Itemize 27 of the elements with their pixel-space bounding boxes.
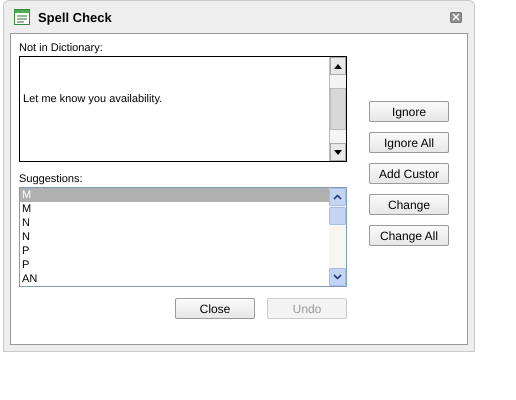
action-button[interactable]: Change All: [369, 225, 449, 246]
scrollbar[interactable]: [329, 57, 346, 161]
action-button[interactable]: Change: [369, 194, 449, 215]
suggestion-item[interactable]: N: [20, 230, 329, 244]
sentence-text: Let me know you availability.: [22, 93, 164, 105]
suggestion-item[interactable]: N: [20, 216, 329, 230]
field-label: Suggestions:: [19, 172, 84, 187]
suggestion-item[interactable]: P: [20, 244, 329, 258]
scroll-down-icon[interactable]: [333, 274, 342, 280]
field-label: Not in Dictionary:: [19, 41, 104, 56]
suggestion-item[interactable]: AN: [20, 272, 329, 286]
scroll-up-icon[interactable]: [333, 194, 342, 200]
action-button[interactable]: Ignore All: [369, 132, 449, 153]
scroll-down-icon[interactable]: [334, 150, 342, 154]
scroll-up-icon[interactable]: [334, 64, 342, 68]
scroll-thumb[interactable]: [329, 207, 346, 225]
close-icon[interactable]: [450, 12, 462, 22]
suggestion-item[interactable]: M: [20, 202, 329, 216]
scroll-thumb[interactable]: [330, 88, 346, 130]
scrollbar[interactable]: [329, 188, 346, 286]
dialog-button[interactable]: Close: [175, 298, 255, 319]
text-area[interactable]: Let me know you availability.: [19, 56, 347, 162]
action-button[interactable]: Add Custor: [369, 163, 449, 184]
window-icon: [14, 9, 30, 25]
window-title: Spell Check: [38, 10, 113, 24]
suggestion-item[interactable]: P: [20, 258, 329, 272]
action-button[interactable]: Ignore: [369, 101, 449, 122]
